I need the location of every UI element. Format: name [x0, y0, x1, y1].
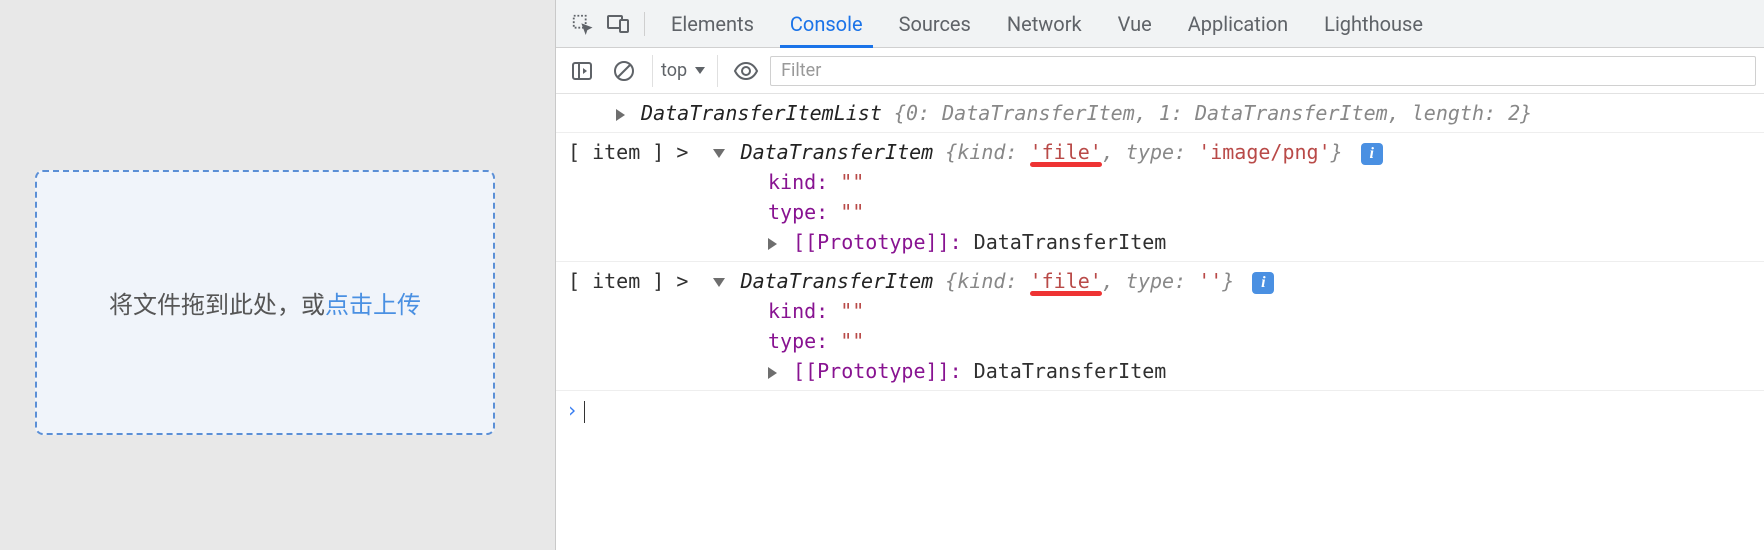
tab-network[interactable]: Network — [989, 0, 1100, 48]
kind-value: 'file' — [1030, 269, 1102, 293]
context-label: top — [661, 60, 687, 81]
devtools-tabs-row: Elements Console Sources Network Vue App… — [556, 0, 1764, 48]
tab-lighthouse[interactable]: Lighthouse — [1306, 0, 1441, 48]
console-prompt[interactable]: › — [556, 391, 1764, 429]
log-entry: [ item ] > DataTransferItem {kind: 'file… — [556, 133, 1764, 262]
toggle-sidebar-icon[interactable] — [564, 53, 600, 89]
upload-dropzone[interactable]: 将文件拖到此处，或 点击上传 — [35, 170, 495, 435]
info-icon[interactable]: i — [1361, 143, 1383, 165]
type-value: '' — [1198, 269, 1222, 293]
devtools-tabs: Elements Console Sources Network Vue App… — [653, 0, 1441, 48]
clear-console-icon[interactable] — [606, 53, 642, 89]
expand-icon[interactable] — [616, 109, 625, 121]
context-selector[interactable]: top — [652, 55, 718, 87]
tab-console[interactable]: Console — [772, 0, 881, 48]
expand-icon[interactable] — [768, 238, 777, 250]
object-class: DataTransferItem — [741, 269, 934, 293]
property-row: kind: "" — [568, 296, 1756, 326]
object-class: DataTransferItemList — [641, 101, 882, 125]
tab-sources[interactable]: Sources — [881, 0, 989, 48]
upload-text: 将文件拖到此处，或 — [109, 285, 325, 320]
inspect-icon[interactable] — [564, 6, 600, 42]
kind-value: 'file' — [1030, 140, 1102, 164]
chevron-down-icon — [695, 67, 705, 74]
log-prefix: [ item ] > — [568, 269, 688, 293]
collapse-icon[interactable] — [713, 278, 725, 287]
page-preview: 将文件拖到此处，或 点击上传 — [0, 0, 555, 550]
property-row: type: "" — [568, 197, 1756, 227]
prototype-row[interactable]: [[Prototype]]: DataTransferItem — [568, 356, 1756, 386]
prototype-row[interactable]: [[Prototype]]: DataTransferItem — [568, 227, 1756, 257]
property-row: kind: "" — [568, 167, 1756, 197]
console-toolbar: top — [556, 48, 1764, 94]
type-value: 'image/png' — [1198, 140, 1330, 164]
device-toolbar-icon[interactable] — [600, 6, 636, 42]
tab-vue[interactable]: Vue — [1100, 0, 1170, 48]
property-row: type: "" — [568, 326, 1756, 356]
eye-icon[interactable] — [728, 53, 764, 89]
collapse-icon[interactable] — [713, 149, 725, 158]
upload-link[interactable]: 点击上传 — [325, 285, 421, 320]
log-entry[interactable]: DataTransferItemList {0: DataTransferIte… — [556, 94, 1764, 133]
log-prefix: [ item ] > — [568, 140, 688, 164]
separator — [644, 12, 645, 36]
expand-icon[interactable] — [768, 367, 777, 379]
console-output: DataTransferItemList {0: DataTransferIte… — [556, 94, 1764, 550]
log-entry: [ item ] > DataTransferItem {kind: 'file… — [556, 262, 1764, 391]
tab-elements[interactable]: Elements — [653, 0, 772, 48]
filter-input[interactable] — [770, 56, 1756, 86]
tab-application[interactable]: Application — [1170, 0, 1306, 48]
info-icon[interactable]: i — [1252, 272, 1274, 294]
cursor — [584, 401, 585, 423]
devtools-panel: Elements Console Sources Network Vue App… — [555, 0, 1764, 550]
object-class: DataTransferItem — [741, 140, 934, 164]
